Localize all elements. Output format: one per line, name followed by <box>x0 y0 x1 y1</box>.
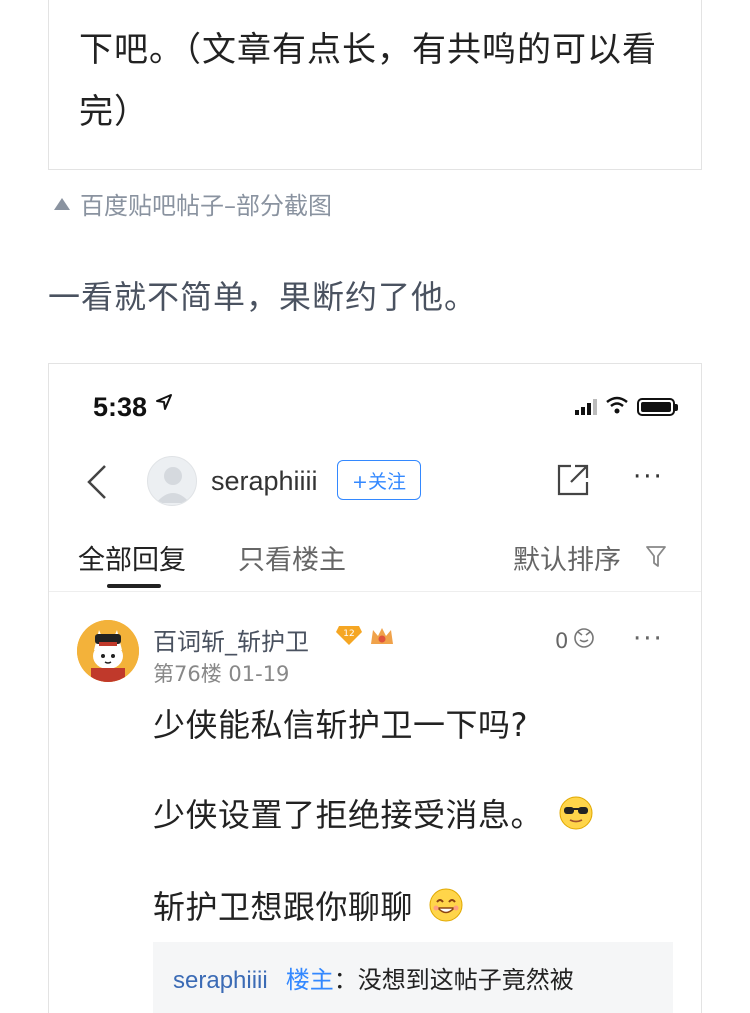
wifi-icon <box>605 396 629 418</box>
filter-funnel-icon[interactable] <box>645 544 667 570</box>
user-avatar[interactable] <box>147 456 197 506</box>
like-counter[interactable]: 0 <box>555 626 596 655</box>
image-caption: 百度贴吧帖子–部分截图 <box>54 186 332 221</box>
reply-text-line-2-content: 少侠设置了拒绝接受消息。 <box>153 796 544 834</box>
more-menu-icon[interactable]: ··· <box>633 462 664 492</box>
status-icons <box>575 396 678 418</box>
quoted-text-line-1: 下吧。（文章有点长，有共鸣的可以看 <box>79 30 657 70</box>
share-icon[interactable] <box>555 462 591 498</box>
nested-reply-box[interactable]: seraphiiii 楼主：没想到这帖子竟然被 <box>153 942 673 1013</box>
follow-button[interactable]: +关注 <box>337 460 421 500</box>
quoted-text-line-2: 完） <box>79 92 149 132</box>
article-paragraph: 一看就不简单，果断约了他。 <box>48 278 478 316</box>
level-badge-icon: 12 <box>335 624 363 646</box>
reply-text-line-2: 少侠设置了拒绝接受消息。 <box>153 790 594 839</box>
signal-icon <box>575 399 597 415</box>
thread-author-name[interactable]: seraphiiii <box>211 466 318 497</box>
tab-all-replies[interactable]: 全部回复 <box>78 538 186 577</box>
back-chevron-icon[interactable] <box>79 462 119 502</box>
reply-text-line-3-content: 斩护卫想跟你聊聊 <box>153 888 414 926</box>
status-bar: 5:38 <box>49 388 701 428</box>
like-hand-icon <box>572 626 596 655</box>
tab-op-only[interactable]: 只看楼主 <box>238 538 346 577</box>
nested-reply-text: ：没想到这帖子竟然被 <box>333 966 574 994</box>
location-arrow-icon <box>155 392 173 417</box>
caption-triangle-icon <box>54 197 70 210</box>
reply-author-name[interactable]: 百词斩_斩护卫 <box>153 622 309 657</box>
nested-reply-author[interactable]: seraphiiii <box>173 967 268 994</box>
reply-text-line-1: 少侠能私信斩护卫一下吗? <box>153 706 528 744</box>
reply-tabs: 全部回复 只看楼主 默认排序 <box>49 534 701 592</box>
level-number: 12 <box>343 629 354 639</box>
sort-dropdown[interactable]: 默认排序 <box>513 538 621 577</box>
floor-and-date: 第76楼 01-19 <box>153 662 290 686</box>
reply-more-icon[interactable]: ··· <box>633 624 664 654</box>
like-count: 0 <box>555 628 569 653</box>
phone-screenshot-card: 5:38 seraphiiii +关注 ··· 全部回复 只看楼主 默认排序 百… <box>48 363 702 1013</box>
member-badge-icon <box>369 626 395 646</box>
quoted-post-card: 下吧。（文章有点长，有共鸣的可以看 完） <box>48 0 702 170</box>
op-tag: 楼主 <box>285 966 334 994</box>
active-tab-indicator <box>107 584 161 588</box>
caption-text: 百度贴吧帖子–部分截图 <box>80 192 332 220</box>
reply-text-line-3: 斩护卫想跟你聊聊 <box>153 882 464 931</box>
battery-icon <box>637 398 678 416</box>
author-avatar[interactable] <box>77 620 139 682</box>
status-time: 5:38 <box>93 392 148 422</box>
nav-bar: seraphiiii +关注 ··· <box>49 452 701 512</box>
smiling-emoji-icon <box>428 887 464 931</box>
sunglasses-emoji-icon <box>558 795 594 839</box>
